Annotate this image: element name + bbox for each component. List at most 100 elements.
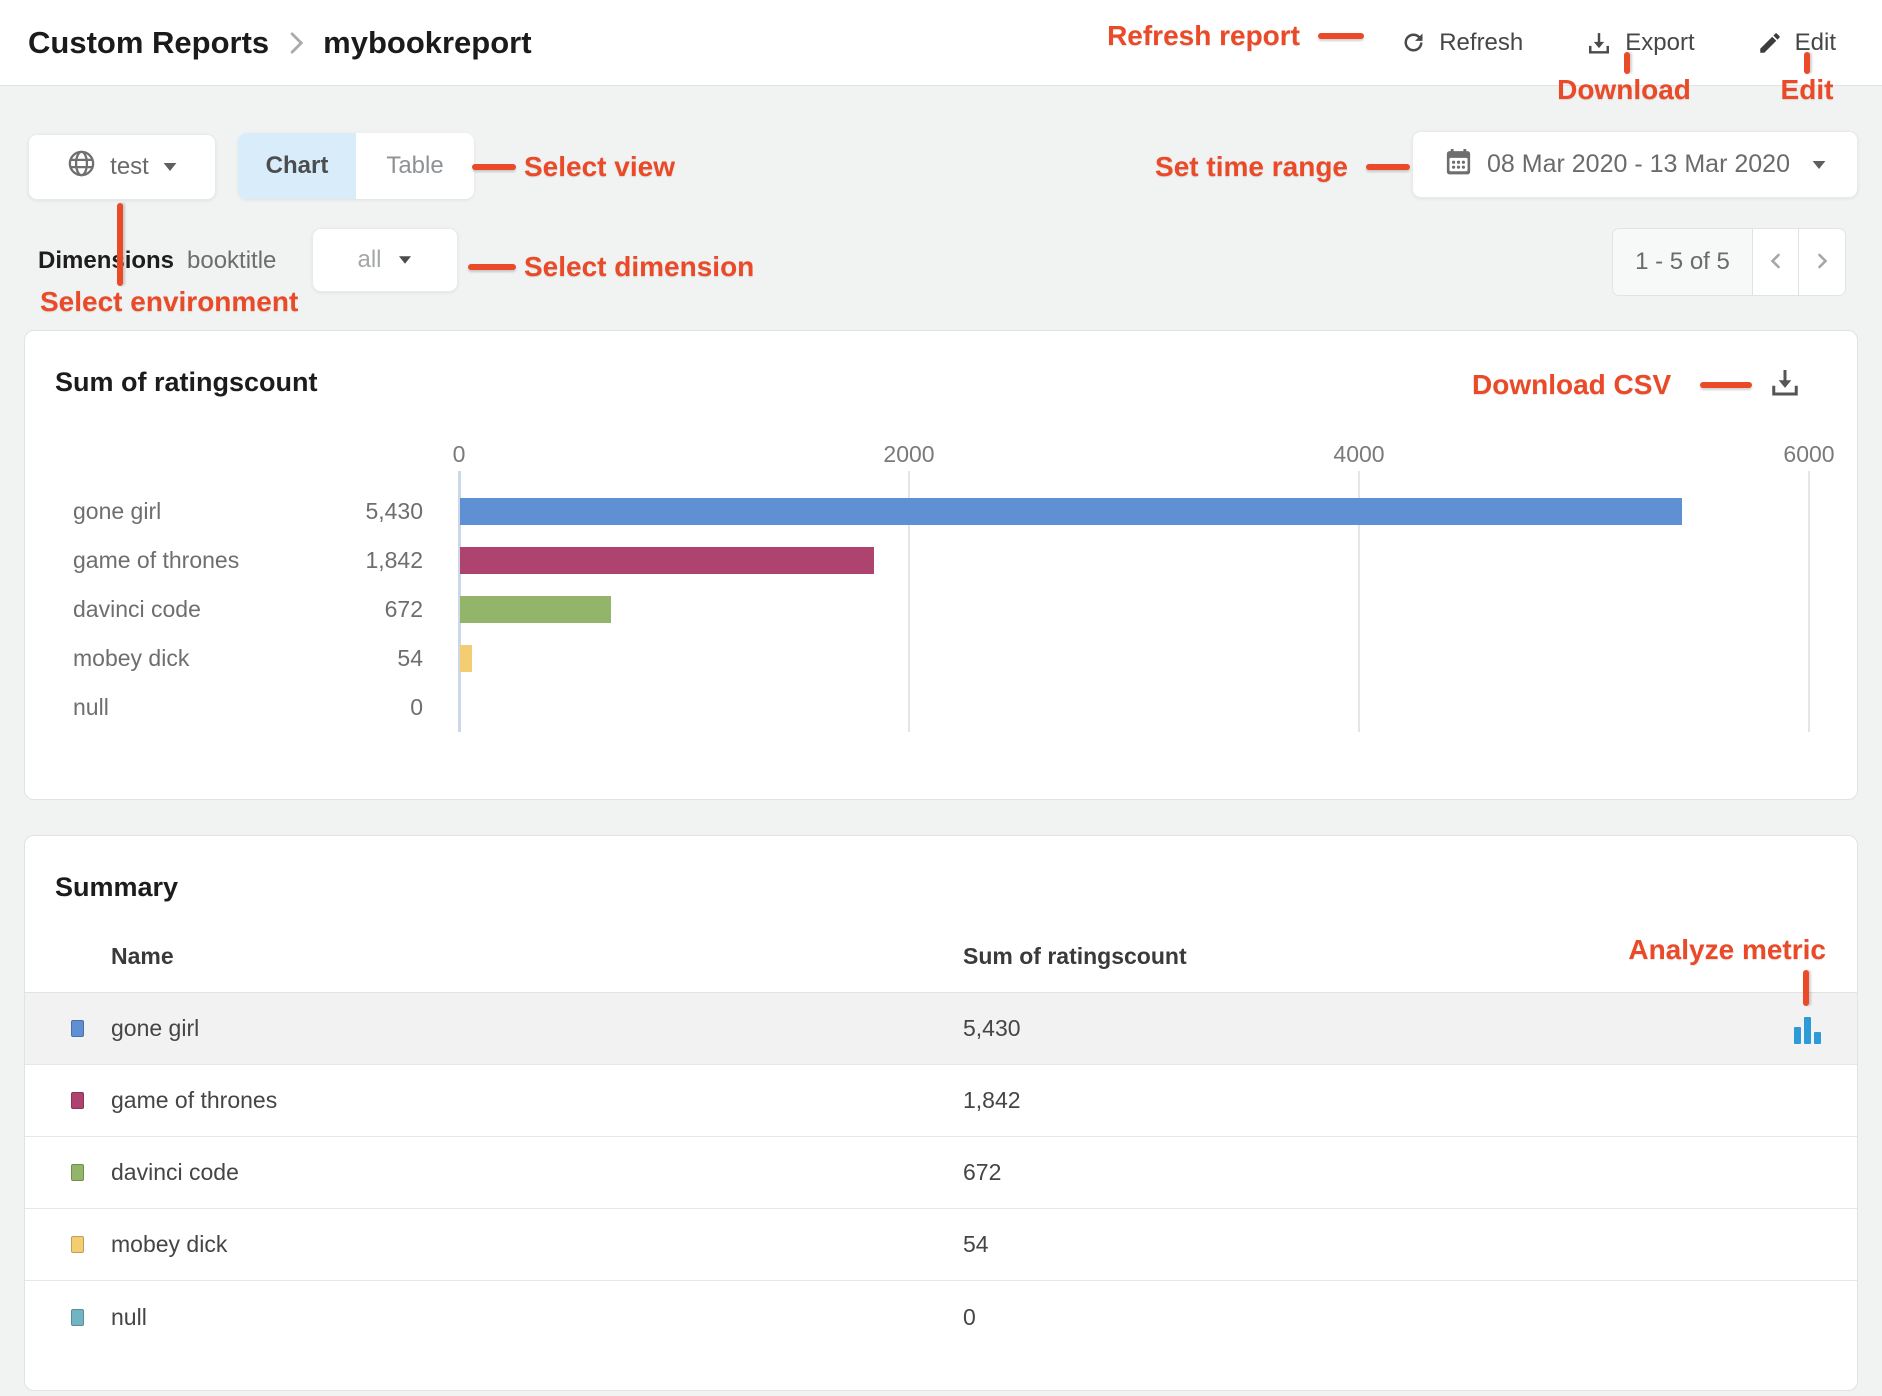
date-range-picker[interactable]: 08 Mar 2020 - 13 Mar 2020 xyxy=(1412,131,1858,198)
x-axis-tick-6000: 6000 xyxy=(1783,441,1834,468)
caret-down-icon xyxy=(399,256,411,264)
row-value: 54 xyxy=(963,1231,989,1258)
dimension-filter-value: all xyxy=(357,246,381,274)
dimensions-label: Dimensions xyxy=(38,247,174,275)
view-toggle: ChartTable xyxy=(238,133,474,199)
chart-bar-davinci-code[interactable] xyxy=(460,596,611,623)
chart-category-value: 5,430 xyxy=(337,498,423,525)
annotation-download: Download xyxy=(1528,74,1720,106)
summary-table-header: Name Sum of ratingscount xyxy=(25,921,1857,993)
annotation-select-environment: Select environment xyxy=(40,286,298,318)
bar-chart-icon[interactable] xyxy=(1794,1017,1821,1044)
breadcrumb-current: mybookreport xyxy=(323,25,531,61)
breadcrumb-root[interactable]: Custom Reports xyxy=(28,25,269,61)
chart-category-label: null xyxy=(73,694,337,721)
x-axis-tick-2000: 2000 xyxy=(883,441,934,468)
environment-value: test xyxy=(110,153,149,181)
environment-dropdown[interactable]: test xyxy=(28,134,216,200)
legend-color-swatch xyxy=(71,1020,84,1037)
chart-category-row: davinci code672 xyxy=(73,585,459,634)
download-csv-icon xyxy=(1767,364,1803,403)
table-row[interactable]: game of thrones 1,842 xyxy=(25,1065,1857,1137)
caret-down-icon xyxy=(1813,161,1826,169)
chart-category-value: 0 xyxy=(337,694,423,721)
globe-icon xyxy=(66,148,97,186)
summary-table-body: gone girl5,430 game of thrones 1,842 davinc… xyxy=(25,993,1857,1353)
annotation-line xyxy=(1318,33,1364,39)
chevron-right-icon xyxy=(285,30,307,56)
chart-category-row: mobey dick54 xyxy=(73,634,459,683)
annotation-set-time-range: Set time range xyxy=(1155,151,1348,183)
legend-color-swatch xyxy=(71,1309,84,1326)
chart-bar-gone-girl[interactable] xyxy=(460,498,1682,525)
chart-bar-row xyxy=(459,634,1809,683)
annotation-line xyxy=(1804,52,1810,74)
row-name: mobey dick xyxy=(111,1231,227,1258)
pagination-prev-button[interactable] xyxy=(1753,229,1799,295)
chart-category-label: game of thrones xyxy=(73,547,337,574)
pagination-range-text: 1 - 5 of 5 xyxy=(1613,229,1752,295)
view-toggle-chart[interactable]: Chart xyxy=(238,133,356,199)
export-button[interactable]: Export xyxy=(1585,29,1694,57)
row-value: 1,842 xyxy=(963,1087,1021,1114)
summary-card: Summary Name Sum of ratingscount gone gi… xyxy=(24,835,1858,1391)
row-value: 5,430 xyxy=(963,1015,1021,1042)
download-icon xyxy=(1585,29,1613,57)
annotation-refresh-report: Refresh report xyxy=(1107,20,1300,52)
chevron-left-icon xyxy=(1764,249,1788,276)
category-column: gone girl5,430game of thrones1,842davinc… xyxy=(73,487,459,732)
annotation-line xyxy=(1803,970,1809,1006)
topbar-actions: Refresh Export Edit xyxy=(1400,29,1836,57)
row-value: 0 xyxy=(963,1304,976,1331)
legend-color-swatch xyxy=(71,1164,84,1181)
pagination: 1 - 5 of 5 xyxy=(1612,228,1846,296)
annotation-line xyxy=(117,203,123,286)
table-row[interactable]: mobey dick 54 xyxy=(25,1209,1857,1281)
chart-bar-row xyxy=(459,683,1809,732)
bar-chart: 0200040006000 gone girl5,430game of thro… xyxy=(73,437,1809,732)
chart-category-label: davinci code xyxy=(73,596,337,623)
annotation-line xyxy=(1624,52,1630,74)
chart-category-row: gone girl5,430 xyxy=(73,487,459,536)
annotation-download-csv: Download CSV xyxy=(1472,369,1671,401)
chart-category-value: 1,842 xyxy=(337,547,423,574)
annotation-line xyxy=(468,264,516,270)
chart-bar-mobey-dick[interactable] xyxy=(460,645,472,672)
refresh-icon xyxy=(1400,29,1427,56)
chart-bar-game-of-thrones[interactable] xyxy=(460,547,874,574)
row-name: game of thrones xyxy=(111,1087,277,1114)
chart-category-row: game of thrones1,842 xyxy=(73,536,459,585)
chart-category-label: gone girl xyxy=(73,498,337,525)
chart-category-label: mobey dick xyxy=(73,645,337,672)
page: Custom Reports mybookreport Refresh Expo… xyxy=(0,0,1882,1396)
annotation-analyze-metric: Analyze metric xyxy=(1628,934,1826,966)
chart-bar-row xyxy=(459,585,1809,634)
edit-button[interactable]: Edit xyxy=(1757,29,1836,57)
column-header-value: Sum of ratingscount xyxy=(963,943,1187,970)
table-row[interactable]: davinci code672 xyxy=(25,1137,1857,1209)
table-row[interactable]: null0 xyxy=(25,1281,1857,1353)
annotation-line xyxy=(472,164,516,170)
breadcrumb: Custom Reports mybookreport xyxy=(28,25,532,61)
refresh-label: Refresh xyxy=(1439,29,1523,57)
download-csv-button[interactable] xyxy=(1765,363,1805,403)
chart-title: Sum of ratingscount xyxy=(55,367,318,398)
row-value: 672 xyxy=(963,1159,1001,1186)
chart-bar-row xyxy=(459,536,1809,585)
table-row[interactable]: gone girl5,430 xyxy=(25,993,1857,1065)
chevron-right-icon xyxy=(1810,249,1834,276)
annotation-select-dimension: Select dimension xyxy=(524,251,754,283)
legend-color-swatch xyxy=(71,1092,84,1109)
annotation-line xyxy=(1366,164,1410,170)
dimension-name: booktitle xyxy=(187,247,276,275)
date-range-value: 08 Mar 2020 - 13 Mar 2020 xyxy=(1487,150,1790,179)
view-toggle-table[interactable]: Table xyxy=(356,133,474,199)
refresh-button[interactable]: Refresh xyxy=(1400,29,1523,57)
pagination-next-button[interactable] xyxy=(1799,229,1845,295)
pagination-buttons xyxy=(1752,229,1845,295)
chart-bar-row xyxy=(459,487,1809,536)
dimension-filter-dropdown[interactable]: all xyxy=(312,228,458,292)
caret-down-icon xyxy=(163,163,176,171)
annotation-line xyxy=(1700,382,1752,388)
annotation-edit: Edit xyxy=(1757,74,1857,106)
